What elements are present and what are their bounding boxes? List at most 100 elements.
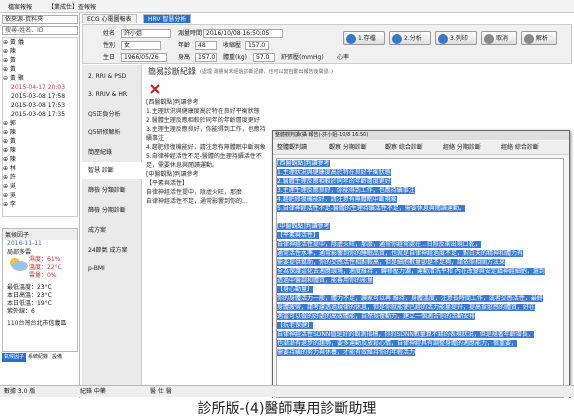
popup-line: 自律神經活性SDNN值是好的觀測指標，你的SDNN數量算不錯的表現狀況，但是隨著…	[277, 331, 534, 338]
tree-item[interactable]: ⊕ 李	[3, 200, 77, 209]
tree-item[interactable]: ⊕ 黃	[3, 65, 77, 74]
hr-label: 心率	[337, 54, 350, 61]
uv-index: 紫外線：6	[7, 308, 35, 315]
side-item[interactable]: p-BMI	[88, 265, 105, 272]
name-field[interactable]: 許小姐	[121, 29, 171, 38]
note-line: 【平素與活性】	[146, 180, 189, 187]
age-label: 年齡	[178, 42, 191, 49]
meridian-stage-tab[interactable]: 經絡 分期診斷	[443, 143, 481, 153]
weight-field[interactable]: 57.0	[253, 53, 275, 62]
obs-stage-tab[interactable]: 觀察 分期診斷	[329, 143, 367, 153]
humidity-label: 濕度：61%	[29, 256, 61, 263]
tree-item[interactable]: ⊕ 黃	[3, 56, 77, 65]
status-bar: 數據 3.0 版 紀錄 中藥 醫 仕 醫	[0, 385, 574, 397]
popup-line: 【身心動量】	[277, 286, 314, 293]
patient-tree: ⊕ 黃 儀 ⊕ 陳 ⊕ 黃 ⊕ 黃 ⊖ 黃 聚 2015-04-17 20:03…	[2, 37, 78, 217]
dbp-label: 舒張壓(mmHg)	[281, 54, 324, 61]
side-item-active[interactable]: 智慧 診斷	[82, 162, 142, 179]
side-item[interactable]: Q5研修解析	[88, 127, 121, 136]
tab-hrv[interactable]: HRV 智慧分析	[143, 14, 192, 23]
popup-line: [中醫觀點]判讀參考	[277, 223, 330, 230]
bp-field[interactable]: 157.0	[245, 41, 269, 50]
analyze-icon	[392, 34, 402, 44]
date-label: 測量時間	[178, 30, 203, 37]
tree-item[interactable]: ⊕ 黃	[3, 137, 77, 146]
print-icon	[438, 34, 448, 44]
status-right: 醫 仕 醫	[150, 388, 172, 395]
side-item[interactable]: 24節氣 成方案	[88, 245, 128, 254]
height-field[interactable]: 157.0	[195, 53, 217, 62]
note-line: 1.主理狀況與健康度高於特在良好平衡狀態	[146, 108, 260, 115]
folder-select[interactable]: 依來源-資料夾	[2, 15, 78, 24]
patient-bar: 姓名 許小姐 測量時間 2016/10/08 16:50:05 性別 女 年齡 …	[82, 24, 572, 64]
date-field[interactable]: 2016/10/08 16:50:05	[203, 29, 283, 38]
name-label: 姓名	[103, 30, 116, 37]
tab-system[interactable]: 系統紀錄	[26, 353, 50, 362]
popup-line: 【抗老保健】	[277, 322, 314, 329]
max-temp: 最低溫度：23°C	[7, 284, 52, 291]
weather-desc: 局部多雲	[7, 249, 32, 256]
tree-item[interactable]: ⊕ 郭	[3, 119, 77, 128]
popup-line: 需要持續的努力與休養，才能有效維持你的年輕活力	[277, 349, 416, 356]
sex-select[interactable]: 女	[121, 41, 161, 50]
tree-item[interactable]: 2015-03-08 17:53	[3, 101, 77, 110]
note-line: 2.醫體生理反應相較於同年的年齡層度更好	[146, 117, 260, 124]
obs-comp-tab[interactable]: 觀察 綜合診斷	[385, 143, 423, 153]
diagnosis-popup: 整體觀判讀(攝 報告)-許小姐-10/8 16:50) 整體觀判讀 觀察 分期診…	[272, 130, 570, 400]
side-item[interactable]: 成方案	[88, 225, 106, 234]
tree-item[interactable]: ⊖ 黃 聚	[3, 74, 77, 83]
overall-tab[interactable]: 整體觀判讀	[277, 143, 307, 153]
tree-item[interactable]: ⊕ 林	[3, 164, 77, 173]
parse-button[interactable]: 解析	[521, 31, 557, 45]
popup-line: 身體疲勞，請考慮透過規律的休息，但是你就能使已經的活力能量提升，提高食慾感的體質…	[277, 304, 536, 311]
popup-line: 需要提供幫助，你的交感活性相對較高，但是細胞數量卻是不足夠，請依照相關方法來	[277, 259, 506, 266]
tree-item[interactable]: ⊕ 陳	[3, 128, 77, 137]
tab-ecg[interactable]: ECG 心電圖報表	[82, 14, 137, 23]
analyze-button[interactable]: 2.分析	[389, 31, 431, 45]
save-button[interactable]: 1.存檔	[343, 31, 385, 45]
tree-item[interactable]: 2015-03-08 17:58	[3, 92, 77, 101]
menu-report[interactable]: 【業成仕】查報報	[40, 2, 104, 11]
tree-item[interactable]: ⊕ 陳	[3, 47, 77, 56]
note-line: 3.主理生理反應良好，你能得到工作，也應持續事注	[146, 126, 266, 142]
cancel-button[interactable]: 取消	[481, 31, 517, 45]
side-item[interactable]: 篩檢 分類診斷	[88, 185, 126, 194]
side-item[interactable]: 篩檢 分期診斷	[88, 205, 126, 214]
tree-item[interactable]: ⊕ 陳	[3, 146, 77, 155]
age-field[interactable]: 48	[195, 41, 217, 50]
menu-file[interactable]: 檔案報報	[0, 2, 40, 11]
popup-line: 全為保護這化去適應環境，適度維持 ，轉移壓力源，運動清洗平和 內在改變與安定鎮神…	[277, 268, 545, 275]
birth-field[interactable]: 1966/05/26	[121, 53, 167, 62]
popup-title: 整體觀判讀(攝 報告)-許小姐-10/8 16:50)	[273, 131, 569, 140]
top-menu: 檔案報報 【業成仕】查報報	[0, 0, 574, 13]
tree-item[interactable]: ⊕ 黃 儀	[3, 38, 77, 47]
meridian-comp-tab[interactable]: 經絡 綜合診斷	[501, 143, 539, 153]
tab-device[interactable]: 設備	[50, 353, 64, 362]
weather-date: 2016-11-11	[7, 240, 42, 247]
tree-item[interactable]: ⊕ 吳	[3, 182, 77, 191]
side-item[interactable]: Q5正負分析	[88, 109, 121, 118]
tree-item[interactable]: ⊕ 吳	[3, 191, 77, 200]
diagnosis-notes[interactable]: [西醫觀點]判讀參考 1.主理狀況與健康度高於特在良好平衡狀態 2.醫體生理反應…	[146, 98, 271, 288]
status-left: 數據 3.0 版	[4, 388, 36, 395]
search-input[interactable]: 搜尋-姓名、ID	[2, 26, 78, 35]
tree-item[interactable]: 2015-04-17 20:03	[3, 83, 77, 92]
popup-line: 也漸漸有退步的趨勢，要多運動及放鬆心情，自律神經具有調整身體的適應能力，很重要，	[277, 340, 518, 347]
popup-text[interactable]: [西醫觀點]判讀參考 1.主理狀況與健康度高於特在良好平衡狀態 2.醫體生理反應…	[276, 158, 564, 398]
popup-line: 適當可以做的好處的高效體能，自然恢復動力，建立一個適合你的活動安排	[277, 313, 476, 320]
hum2: 本日低溫：19°C	[7, 300, 52, 307]
popup-line: 5.自律神經活性不足-醫體的生理持續活性不足，需要休息與閱讀運動。	[277, 205, 465, 212]
side-item[interactable]: 3. RRIV & HR	[88, 91, 127, 98]
tree-item[interactable]: 2015-03-08 17:35	[3, 110, 77, 119]
min-temp: 本日高溫：23°C	[7, 292, 52, 299]
popup-line: [西醫觀點]判讀參考	[277, 160, 330, 167]
side-item[interactable]: 2. RRI & PSD	[88, 73, 126, 80]
print-button[interactable]: 3.列印	[435, 31, 477, 45]
close-icon[interactable]	[150, 84, 160, 94]
tab-weather[interactable]: 氣候因子	[2, 353, 27, 362]
tree-item[interactable]: ⊕ 陳	[3, 155, 77, 164]
side-item[interactable]: 簡歷紀錄	[88, 147, 112, 156]
popup-line: 透過中醫調和體質，能善用你的能量	[277, 277, 374, 284]
note-line: 自律神經活性不足，通常影響到你的...	[146, 198, 248, 205]
tree-item[interactable]: ⊕ 許	[3, 173, 77, 182]
